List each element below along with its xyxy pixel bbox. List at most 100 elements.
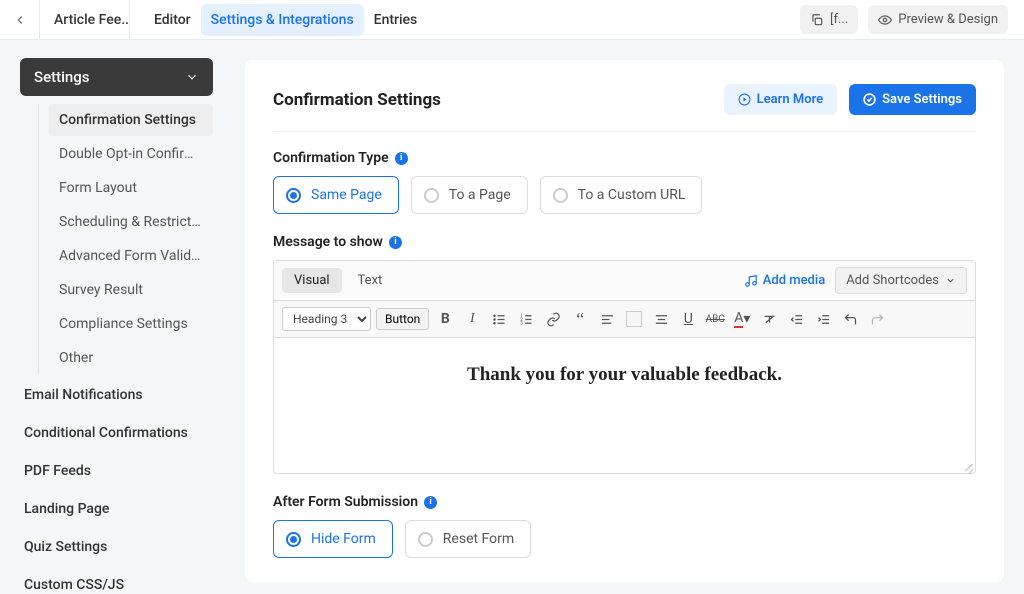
text-color-icon[interactable]	[623, 308, 645, 330]
panel-header: Confirmation Settings Learn More Save Se…	[273, 84, 976, 132]
confirmation-type-label: Confirmation Type i	[273, 150, 976, 166]
clear-format-icon[interactable]	[758, 308, 780, 330]
info-icon[interactable]: i	[424, 496, 437, 509]
preview-label: Preview & Design	[898, 12, 998, 27]
sidebar-item-validation[interactable]: Advanced Form Validati...	[49, 240, 213, 272]
save-settings-button[interactable]: Save Settings	[849, 84, 976, 115]
message-content: Thank you for your valuable feedback.	[294, 364, 955, 386]
sidebar-item-form-layout[interactable]: Form Layout	[49, 172, 213, 204]
shortcode-button[interactable]: [f...	[800, 5, 858, 34]
editor-tabs-right: Add media Add Shortcodes	[744, 267, 967, 294]
panel-confirmation-settings: Confirmation Settings Learn More Save Se…	[245, 60, 1004, 582]
heading-select[interactable]: Heading 3	[282, 307, 371, 331]
radio-hide-form[interactable]: Hide Form	[273, 520, 393, 558]
content: Confirmation Settings Learn More Save Se…	[225, 40, 1024, 594]
copy-icon	[810, 13, 824, 27]
sidebar-item-landing-page[interactable]: Landing Page	[20, 490, 213, 528]
learn-more-button[interactable]: Learn More	[724, 84, 837, 115]
editor-tab-text[interactable]: Text	[346, 268, 395, 293]
tab-settings-integrations[interactable]: Settings & Integrations	[201, 4, 364, 36]
sidebar-item-compliance[interactable]: Compliance Settings	[49, 308, 213, 340]
sidebar-item-pdf-feeds[interactable]: PDF Feeds	[20, 452, 213, 490]
sidebar-item-quiz-settings[interactable]: Quiz Settings	[20, 528, 213, 566]
save-label: Save Settings	[882, 92, 962, 107]
panel-title: Confirmation Settings	[273, 90, 441, 110]
radio-icon	[286, 532, 301, 547]
media-icon	[744, 274, 758, 288]
chevron-down-icon	[185, 70, 199, 84]
editor-tab-visual[interactable]: Visual	[282, 268, 342, 293]
radio-to-page[interactable]: To a Page	[411, 176, 528, 214]
check-circle-icon	[863, 93, 876, 106]
align-center-icon[interactable]	[650, 308, 672, 330]
bold-icon[interactable]: B	[434, 308, 456, 330]
add-media-button[interactable]: Add media	[744, 273, 825, 288]
radio-icon	[424, 188, 439, 203]
sidebar-item-confirmation-settings[interactable]: Confirmation Settings	[49, 104, 213, 136]
sidebar-item-conditional-confirmations[interactable]: Conditional Confirmations	[20, 414, 213, 452]
align-left-icon[interactable]	[596, 308, 618, 330]
blockquote-icon[interactable]: “	[569, 308, 591, 330]
numbered-list-icon[interactable]: 123	[515, 308, 537, 330]
radio-custom-url[interactable]: To a Custom URL	[540, 176, 703, 214]
radio-icon	[418, 532, 433, 547]
sidebar-subitems: Confirmation Settings Double Opt-in Conf…	[38, 104, 213, 374]
preview-design-button[interactable]: Preview & Design	[868, 5, 1008, 34]
shortcode-label: [f...	[830, 12, 848, 27]
strikethrough-icon[interactable]: ABC	[704, 308, 726, 330]
chevron-down-icon	[945, 275, 956, 286]
sidebar-item-scheduling[interactable]: Scheduling & Restrictions	[49, 206, 213, 238]
outdent-icon[interactable]	[785, 308, 807, 330]
message-editor: Visual Text Add media Add Shortcodes	[273, 260, 976, 474]
radio-icon	[286, 188, 301, 203]
panel-actions: Learn More Save Settings	[724, 84, 976, 115]
after-submission-label: After Form Submission i	[273, 494, 976, 510]
back-button[interactable]	[0, 0, 40, 40]
info-icon[interactable]: i	[389, 236, 402, 249]
editor-content[interactable]: Thank you for your valuable feedback.	[274, 338, 975, 473]
radio-reset-form[interactable]: Reset Form	[405, 520, 531, 558]
tab-editor[interactable]: Editor	[144, 4, 201, 36]
editor-toolbar: Heading 3 Button B I 123 “ U ABC A▾	[274, 301, 975, 338]
radio-label: To a Page	[449, 187, 511, 203]
breadcrumb[interactable]: Article Fee...	[40, 0, 130, 40]
add-shortcodes-button[interactable]: Add Shortcodes	[835, 267, 967, 294]
chevron-left-icon	[13, 13, 27, 27]
topbar: Article Fee... Editor Settings & Integra…	[0, 0, 1024, 40]
tab-entries[interactable]: Entries	[364, 4, 428, 36]
sidebar: Settings Confirmation Settings Double Op…	[0, 40, 225, 594]
radio-icon	[553, 188, 568, 203]
radio-same-page[interactable]: Same Page	[273, 176, 399, 214]
confirmation-type-group: Same Page To a Page To a Custom URL	[273, 176, 976, 214]
sidebar-item-other[interactable]: Other	[49, 342, 213, 374]
underline-icon[interactable]: U	[677, 308, 699, 330]
radio-label: To a Custom URL	[578, 187, 686, 203]
redo-icon[interactable]	[866, 308, 888, 330]
sidebar-item-survey-result[interactable]: Survey Result	[49, 274, 213, 306]
sidebar-header-settings[interactable]: Settings	[20, 58, 213, 96]
sidebar-item-email-notifications[interactable]: Email Notifications	[20, 376, 213, 414]
undo-icon[interactable]	[839, 308, 861, 330]
svg-text:3: 3	[520, 321, 523, 326]
add-shortcodes-label: Add Shortcodes	[846, 273, 939, 288]
indent-icon[interactable]	[812, 308, 834, 330]
link-icon[interactable]	[542, 308, 564, 330]
radio-label: Reset Form	[443, 531, 514, 547]
resize-handle[interactable]	[961, 459, 973, 471]
editor-tabs-row: Visual Text Add media Add Shortcodes	[274, 261, 975, 301]
insert-button[interactable]: Button	[376, 308, 429, 330]
eye-icon	[878, 13, 892, 27]
learn-more-label: Learn More	[757, 92, 823, 107]
sidebar-item-double-optin[interactable]: Double Opt-in Confirma...	[49, 138, 213, 170]
layout: Settings Confirmation Settings Double Op…	[0, 40, 1024, 594]
play-circle-icon	[738, 93, 751, 106]
info-icon[interactable]: i	[395, 152, 408, 165]
add-media-label: Add media	[763, 273, 825, 288]
bullet-list-icon[interactable]	[488, 308, 510, 330]
italic-icon[interactable]: I	[461, 308, 483, 330]
radio-label: Hide Form	[311, 531, 376, 547]
font-color-icon[interactable]: A▾	[731, 308, 753, 330]
sidebar-item-custom-css-js[interactable]: Custom CSS/JS	[20, 566, 213, 594]
message-to-show-label: Message to show i	[273, 234, 976, 250]
top-tabs: Editor Settings & Integrations Entries	[144, 4, 427, 36]
